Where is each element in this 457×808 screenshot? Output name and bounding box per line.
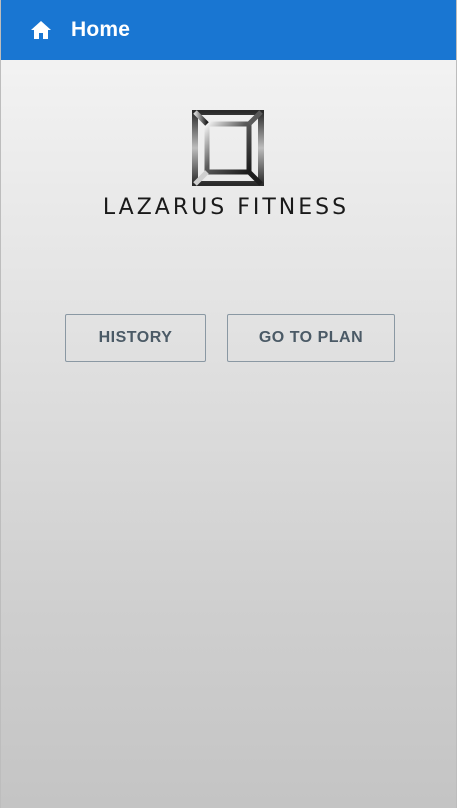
go-to-plan-button[interactable]: GO TO PLAN [227, 314, 395, 362]
page-title: Home [71, 18, 131, 41]
logo-wordmark: LAZARUS FITNESS [102, 195, 350, 220]
logo-mark [192, 110, 264, 186]
history-button[interactable]: HISTORY [65, 314, 206, 362]
app-screen: Home LAZARUS FITNESS HISTORY GO TO PLAN [0, 0, 457, 808]
home-icon[interactable] [29, 18, 53, 42]
app-bar: Home [1, 0, 456, 60]
